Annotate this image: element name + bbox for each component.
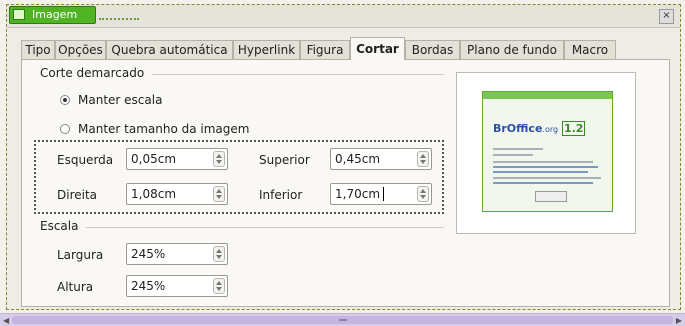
- left-label: Esquerda: [57, 153, 114, 167]
- tab-tipo[interactable]: Tipo: [21, 40, 55, 59]
- preview-text-line: [493, 177, 601, 179]
- keep-scale-label: Manter escala: [78, 93, 163, 107]
- crop-section-title: Corte demarcado: [40, 66, 149, 80]
- preview-logo-text: BrOffice: [493, 122, 543, 135]
- preview-image: BrOffice.org 1.2: [482, 91, 613, 212]
- image-icon: [13, 9, 25, 20]
- horizontal-scrollbar[interactable]: ◀ ▶: [0, 313, 685, 326]
- window-title: Imagem: [32, 8, 78, 21]
- scale-section-divider: [86, 227, 444, 228]
- bottom-spin-buttons[interactable]: [417, 186, 429, 202]
- keep-size-radio[interactable]: [60, 124, 70, 134]
- height-value: 245%: [131, 279, 166, 293]
- crop-preview: BrOffice.org 1.2: [456, 72, 636, 234]
- tab-cortar[interactable]: Cortar: [350, 37, 405, 60]
- preview-mini-titlebar: [483, 92, 612, 99]
- preview-logo-suffix: .org: [542, 125, 559, 134]
- preview-text-line: [493, 154, 533, 156]
- preview-text-line: [493, 182, 593, 184]
- right-spin-buttons[interactable]: [213, 186, 225, 202]
- preview-logo-version: 1.2: [561, 121, 586, 136]
- window-title-tab: Imagem: [9, 6, 140, 24]
- left-spinbox[interactable]: 0,05cm: [126, 148, 228, 170]
- tab-bordas[interactable]: Bordas: [405, 40, 460, 59]
- scroll-left-icon[interactable]: ◀: [3, 316, 9, 325]
- right-label: Direita: [57, 188, 98, 202]
- scale-section-title: Escala: [40, 219, 83, 233]
- scroll-right-icon[interactable]: ▶: [676, 316, 682, 325]
- preview-text-line: [493, 171, 588, 173]
- tab-plano-de-fundo[interactable]: Plano de fundo: [460, 40, 564, 59]
- left-value: 0,05cm: [131, 152, 177, 166]
- top-value: 0,45cm: [335, 152, 381, 166]
- right-spinbox[interactable]: 1,08cm: [126, 183, 228, 205]
- text-caret: [383, 187, 384, 201]
- height-spin-buttons[interactable]: [213, 278, 225, 294]
- close-icon[interactable]: ×: [659, 9, 674, 24]
- height-spinbox[interactable]: 245%: [126, 275, 228, 297]
- keep-scale-radio[interactable]: [60, 95, 70, 105]
- tab-figura[interactable]: Figura: [300, 40, 350, 59]
- bottom-label: Inferior: [259, 188, 303, 202]
- tab-opcoes[interactable]: Opções: [55, 40, 106, 59]
- width-label: Largura: [57, 248, 104, 262]
- preview-logo: BrOffice.org 1.2: [493, 121, 586, 136]
- top-spin-buttons[interactable]: [417, 151, 429, 167]
- preview-mini-button: [535, 191, 567, 202]
- preview-text-line: [493, 166, 598, 168]
- preview-text-line: [493, 148, 543, 150]
- width-spin-buttons[interactable]: [213, 246, 225, 262]
- tab-macro[interactable]: Macro: [564, 40, 616, 59]
- width-spinbox[interactable]: 245%: [126, 243, 228, 265]
- crop-section-divider: [152, 74, 444, 75]
- tab-quebra-automatica[interactable]: Quebra automática: [106, 40, 233, 59]
- right-value: 1,08cm: [131, 187, 177, 201]
- title-bar[interactable]: Imagem ×: [7, 5, 680, 28]
- scrollbar-grip: [339, 319, 347, 321]
- tab-hyperlink[interactable]: Hyperlink: [233, 40, 300, 59]
- keep-size-label: Manter tamanho da imagem: [78, 122, 250, 136]
- left-spin-buttons[interactable]: [213, 151, 225, 167]
- title-decoration: [99, 10, 140, 20]
- bottom-value: 1,70cm: [335, 187, 381, 201]
- preview-text-line: [493, 161, 593, 163]
- top-label: Superior: [259, 153, 310, 167]
- bottom-spinbox[interactable]: 1,70cm: [330, 183, 432, 205]
- height-label: Altura: [57, 280, 94, 294]
- width-value: 245%: [131, 247, 166, 261]
- top-spinbox[interactable]: 0,45cm: [330, 148, 432, 170]
